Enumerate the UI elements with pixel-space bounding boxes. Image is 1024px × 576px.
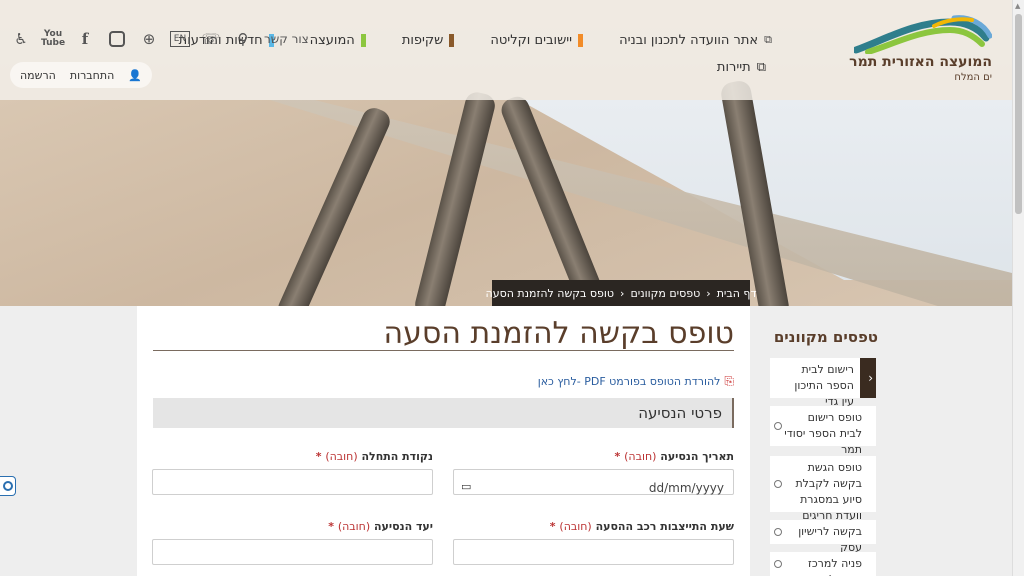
chevron-left-icon: ‹ bbox=[868, 371, 873, 385]
date-placeholder: dd/mm/yyyy bbox=[648, 481, 724, 495]
nav-item-tourism[interactable]: ⧉ תיירות bbox=[717, 60, 766, 75]
field-label: נקודת התחלה (חובה) * bbox=[315, 450, 433, 463]
language-button[interactable]: EN bbox=[170, 31, 190, 47]
form-card: טופס בקשה להזמנת הסעה ⎘ להורדת הטופס בפו… bbox=[137, 306, 750, 576]
youtube-label: You Tube bbox=[40, 29, 66, 48]
logo-name: המועצה האזורית תמר bbox=[849, 54, 992, 70]
nav-color-bar bbox=[578, 33, 584, 47]
sidebar-item-exceptions-committee[interactable]: טופס הגשת בקשה לקבלת סיוע במסגרת וועדת ח… bbox=[770, 456, 876, 522]
contact-link[interactable]: צור קשר bbox=[264, 32, 309, 46]
bullet-icon bbox=[774, 480, 782, 488]
breadcrumb-forms[interactable]: טפסים מקוונים bbox=[630, 287, 700, 300]
start-point-input[interactable] bbox=[152, 469, 433, 495]
logo-swoosh-icon bbox=[854, 15, 992, 54]
globe-icon[interactable]: ⊕ bbox=[138, 28, 160, 50]
user-icon: 👤 bbox=[128, 68, 142, 82]
instagram-icon[interactable] bbox=[106, 28, 128, 50]
youtube-icon[interactable]: You Tube bbox=[40, 28, 66, 50]
language-label: EN bbox=[173, 34, 187, 44]
pdf-icon: ⎘ bbox=[724, 374, 734, 388]
pdf-download-link[interactable]: ⎘ להורדת הטופס בפורמט PDF -לחץ כאן bbox=[538, 374, 734, 389]
forms-sidebar: טפסים מקוונים ‹ רישום לבית הספר התיכון ע… bbox=[768, 306, 878, 576]
sidebar-item-tamar-school-registration[interactable]: טופס רישום לבית הספר יסודי תמר bbox=[770, 406, 876, 456]
field-label: יעד הנסיעה (חובה) * bbox=[328, 520, 433, 533]
nav-item-label: תיירות bbox=[716, 60, 751, 75]
bullet-icon bbox=[774, 560, 782, 568]
nav-item-settlements[interactable]: יישובים וקליטה bbox=[490, 28, 584, 52]
nav-item-label: יישובים וקליטה bbox=[490, 32, 573, 48]
register-link[interactable]: הרשמה bbox=[20, 69, 56, 82]
sidebar-item-business-license[interactable]: בקשה לרישיון עסק bbox=[770, 520, 876, 554]
nav-item-council[interactable]: המועצה bbox=[310, 28, 366, 52]
field-destination: יעד הנסיעה (חובה) * bbox=[152, 520, 433, 565]
bullet-icon bbox=[774, 528, 782, 536]
login-link[interactable]: התחברות bbox=[70, 69, 114, 82]
login-bar: 👤 התחברות הרשמה bbox=[10, 62, 152, 88]
logo-subtitle: ים המלח bbox=[954, 72, 992, 83]
sidebar-item-treatment-center[interactable]: פניה למרכז הטיפול bbox=[770, 552, 876, 576]
vehicle-time-input[interactable] bbox=[453, 539, 734, 565]
breadcrumb: דף הבית ‹ טפסים מקוונים ‹ טופס בקשה להזמ… bbox=[486, 280, 756, 306]
phone-icon[interactable]: ☏ bbox=[200, 28, 222, 50]
scroll-up-icon[interactable]: ▲ bbox=[1015, 2, 1020, 10]
scrollbar-thumb[interactable] bbox=[1015, 14, 1022, 214]
breadcrumb-home[interactable]: דף הבית bbox=[717, 287, 757, 300]
sidebar-item-ein-gedi-registration[interactable]: ‹ רישום לבית הספר התיכון עין גדי bbox=[770, 358, 876, 408]
page-scrollbar[interactable]: ▲ bbox=[1012, 0, 1024, 576]
calendar-icon[interactable]: ▭ bbox=[461, 480, 471, 493]
field-trip-date: תאריך הנסיעה (חובה) * ▭ dd/mm/yyyy bbox=[453, 450, 734, 495]
breadcrumb-current: טופס בקשה להזמנת הסעה bbox=[485, 286, 615, 300]
nav-color-bar bbox=[360, 33, 366, 47]
utility-bar: ♿ You Tube f ⊕ EN ☏ ⚲ צור קשר bbox=[10, 28, 309, 50]
nav-item-transparency[interactable]: שקיפות bbox=[402, 28, 455, 52]
nav-color-bar bbox=[449, 33, 455, 47]
field-label: שעת התייצבות רכב ההסעה (חובה) * bbox=[549, 520, 734, 533]
search-icon[interactable]: ⚲ bbox=[232, 28, 254, 50]
field-vehicle-time: שעת התייצבות רכב ההסעה (חובה) * bbox=[453, 520, 734, 565]
breadcrumb-separator-icon: ‹ bbox=[620, 286, 625, 300]
page-title: טופס בקשה להזמנת הסעה bbox=[383, 316, 734, 351]
external-link-icon: ⧉ bbox=[756, 60, 766, 75]
widget-icon bbox=[2, 481, 13, 491]
facebook-icon[interactable]: f bbox=[74, 28, 96, 50]
nav-item-label: המועצה bbox=[309, 32, 355, 48]
field-label: תאריך הנסיעה (חובה) * bbox=[614, 450, 734, 463]
accessibility-widget-button[interactable] bbox=[0, 476, 16, 496]
breadcrumb-separator-icon: ‹ bbox=[706, 286, 711, 300]
pdf-link-text: להורדת הטופס בפורמט PDF -לחץ כאן bbox=[537, 375, 721, 388]
nav-item-label: אתר הוועדה לתכנון ובניה bbox=[619, 32, 759, 48]
site-header: המועצה האזורית תמר ים המלח חדשות והודעות… bbox=[0, 0, 1012, 100]
nav-item-planning-committee[interactable]: ⧉ אתר הוועדה לתכנון ובניה bbox=[619, 28, 772, 52]
destination-input[interactable] bbox=[152, 539, 433, 565]
field-start-point: נקודת התחלה (חובה) * bbox=[152, 450, 433, 495]
title-divider bbox=[153, 350, 734, 351]
accessibility-icon[interactable]: ♿ bbox=[10, 28, 32, 50]
section-header-trip-details: פרטי הנסיעה bbox=[153, 398, 734, 428]
sidebar-title: טפסים מקוונים bbox=[773, 328, 878, 346]
site-logo[interactable]: המועצה האזורית תמר ים המלח bbox=[849, 14, 992, 90]
external-link-icon: ⧉ bbox=[764, 33, 772, 46]
nav-item-label: שקיפות bbox=[401, 32, 444, 48]
bullet-icon bbox=[774, 422, 782, 430]
